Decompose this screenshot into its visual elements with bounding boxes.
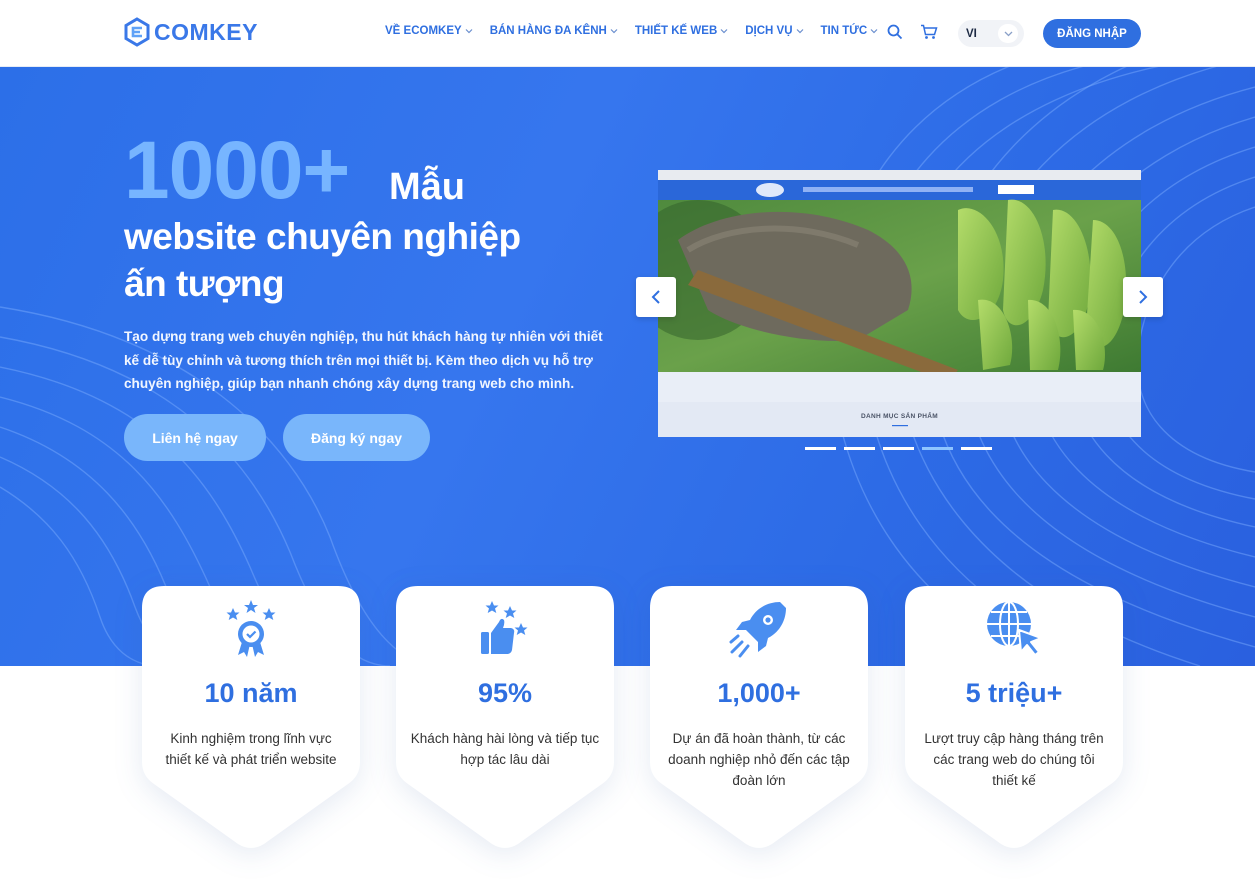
slide-caption: DANH MỤC SẢN PHẨM	[861, 413, 938, 420]
stat-description: Dự án đã hoàn thành, từ các doanh nghiệp…	[668, 731, 850, 788]
stat-value: 5 triệu+	[965, 678, 1063, 708]
cart-button[interactable]	[920, 24, 938, 45]
hero-title-line-2: website chuyên nghiệp	[124, 216, 521, 257]
stat-card-experience: 10 năm Kinh nghiệm trong lĩnh vực thiết …	[142, 586, 360, 852]
nav-item-omnichannel[interactable]: BÁN HÀNG ĐA KÊNH	[490, 25, 618, 37]
chevron-down-icon	[465, 29, 473, 34]
stat-card-traffic: 5 triệu+ Lượt truy cập hàng tháng trên c…	[905, 586, 1123, 852]
login-button[interactable]: ĐĂNG NHẬP	[1043, 19, 1141, 48]
main-nav: VỀ ECOMKEY BÁN HÀNG ĐA KÊNH THIẾT KẾ WEB…	[385, 25, 895, 37]
globe-cursor-icon	[987, 601, 1042, 656]
cart-icon	[921, 24, 938, 39]
hero-description: Tạo dựng trang web chuyên nghiệp, thu hú…	[124, 329, 603, 391]
hero-title-word: Mẫu	[389, 166, 465, 208]
stat-value: 1,000+	[717, 678, 801, 708]
award-icon	[226, 600, 276, 657]
register-now-button[interactable]: Đăng ký ngay	[283, 414, 430, 461]
hero-big-number: 1000+	[124, 125, 350, 216]
site-header: COMKEY VỀ ECOMKEY BÁN HÀNG ĐA KÊNH THIẾT…	[0, 0, 1255, 67]
slider-dot[interactable]	[844, 447, 875, 450]
nav-label: THIẾT KẾ WEB	[634, 25, 718, 37]
contact-now-button[interactable]: Liên hệ ngay	[124, 414, 266, 461]
nav-item-services[interactable]: DỊCH VỤ	[745, 25, 803, 37]
stat-card-satisfaction: 95% Khách hàng hài lòng và tiếp tục hợp …	[396, 586, 614, 852]
chevron-down-icon	[1004, 31, 1012, 36]
nav-label: VỀ ECOMKEY	[385, 25, 462, 37]
stat-description: Khách hàng hài lòng và tiếp tục hợp tác …	[410, 731, 600, 767]
nav-label: DỊCH VỤ	[745, 25, 793, 37]
rocket-icon	[729, 602, 786, 658]
nav-item-about[interactable]: VỀ ECOMKEY	[385, 25, 473, 37]
chevron-down-icon	[870, 29, 878, 34]
slider-dot[interactable]	[883, 447, 914, 450]
slider-prev-button[interactable]	[636, 277, 676, 317]
stat-card-projects: 1,000+ Dự án đã hoàn thành, từ các doanh…	[650, 586, 868, 852]
language-select[interactable]: VI	[958, 20, 1024, 47]
chevron-down-icon	[720, 29, 728, 34]
search-icon	[887, 24, 903, 40]
chevron-right-icon	[1139, 290, 1148, 304]
nav-label: TIN TỨC	[820, 25, 868, 37]
brand-name: COMKEY	[154, 18, 258, 45]
language-chevron	[998, 24, 1018, 43]
slider-dot-active[interactable]	[922, 447, 953, 450]
nav-item-news[interactable]: TIN TỨC	[821, 25, 879, 37]
hero-title-line-3: ấn tượng	[124, 263, 285, 304]
nav-label: BÁN HÀNG ĐA KÊNH	[489, 25, 607, 37]
hero-section: 1000+ Mẫu website chuyên nghiệp ấn tượng…	[0, 67, 1255, 666]
nav-item-web-design[interactable]: THIẾT KẾ WEB	[635, 25, 728, 37]
search-button[interactable]	[887, 24, 903, 45]
slider-dot[interactable]	[961, 447, 992, 450]
thumbs-up-icon	[481, 601, 528, 654]
chevron-down-icon	[796, 29, 803, 34]
chevron-left-icon	[651, 290, 660, 304]
stat-description: Lượt truy cập hàng tháng trên các trang …	[924, 731, 1104, 788]
stat-value: 95%	[477, 678, 533, 708]
slider-dots	[805, 447, 1000, 450]
chevron-down-icon	[610, 29, 618, 34]
ecomkey-logo-icon	[124, 17, 150, 47]
brand-logo[interactable]: COMKEY	[124, 17, 258, 47]
template-preview-slider: DANH MỤC SẢN PHẨM	[658, 170, 1141, 437]
language-value: VI	[966, 27, 977, 40]
slider-dot[interactable]	[805, 447, 836, 450]
stat-value: 10 năm	[204, 678, 298, 708]
stat-description: Kinh nghiệm trong lĩnh vực thiết kế và p…	[165, 731, 337, 767]
slider-next-button[interactable]	[1123, 277, 1163, 317]
slide-image	[658, 170, 1141, 437]
